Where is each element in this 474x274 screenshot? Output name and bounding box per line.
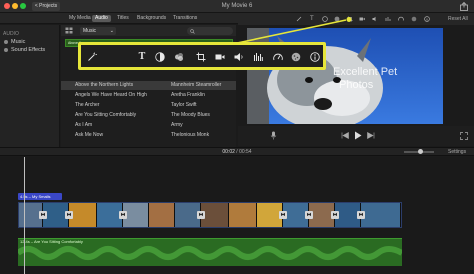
- volume-icon[interactable]: [234, 52, 244, 62]
- list-item[interactable]: The Archer Taylor Swift: [61, 101, 236, 110]
- adjustments-toolbar-highlight: T: [78, 42, 326, 70]
- zoom-slider-knob[interactable]: [418, 149, 423, 154]
- play-icon[interactable]: [354, 131, 362, 140]
- tab-audio[interactable]: Audio: [92, 15, 111, 22]
- transition-icon[interactable]: ⧓: [119, 211, 127, 219]
- current-timecode: 00:02: [222, 149, 235, 155]
- sidebar-item-sound-effects[interactable]: Sound Effects: [4, 46, 45, 54]
- search-icon: [190, 28, 195, 34]
- info-small-icon[interactable]: [424, 16, 430, 22]
- library-toolbar: Music ⌄: [61, 25, 236, 36]
- list-item[interactable]: Ask Me Now Thelonious Monk: [61, 131, 236, 140]
- list-item[interactable]: Are You Sitting Comfortably The Moody Bl…: [61, 111, 236, 120]
- dropdown-value: Music: [83, 28, 97, 34]
- tab-titles[interactable]: Titles: [114, 15, 132, 22]
- window-title: My Movie 6: [221, 3, 253, 9]
- song-artist: Army: [171, 122, 183, 128]
- playhead[interactable]: [24, 157, 25, 274]
- song-title: Are You Sitting Comfortably: [75, 112, 137, 118]
- microphone-icon[interactable]: [270, 131, 277, 140]
- video-clip[interactable]: [361, 203, 401, 227]
- transition-icon[interactable]: ⧓: [305, 211, 313, 219]
- viewer-title-overlay-line2: Photos: [339, 79, 374, 91]
- title-bar: < Projects My Movie 6: [0, 0, 474, 13]
- video-clip[interactable]: [149, 203, 175, 227]
- sidebar-heading: AUDIO: [3, 31, 19, 37]
- transition-icon[interactable]: ⧓: [357, 211, 365, 219]
- list-item[interactable]: As I Am Army: [61, 121, 236, 130]
- video-track[interactable]: ⧓ ⧓ ⧓ ⧓ ⧓ ⧓ ⧓ ⧓: [18, 202, 402, 228]
- title-t-icon[interactable]: T: [137, 52, 147, 62]
- viewer-title-overlay-line1: Excellent Pet: [333, 66, 398, 78]
- song-artist: The Moody Blues: [171, 112, 210, 118]
- sidebar-item-music[interactable]: Music: [4, 38, 25, 46]
- color-palette-icon[interactable]: [174, 52, 184, 62]
- transition-icon[interactable]: ⧓: [65, 211, 73, 219]
- song-title: Above the Northern Lights: [75, 82, 134, 88]
- camera-small-icon[interactable]: [359, 16, 365, 22]
- equalizer-small-icon[interactable]: [385, 16, 391, 22]
- playback-controls: [238, 126, 474, 146]
- speaker-icon: [4, 47, 8, 52]
- sidebar: AUDIO Music Sound Effects: [0, 25, 60, 147]
- skip-forward-icon[interactable]: [367, 132, 375, 139]
- speed-small-icon[interactable]: [398, 16, 404, 22]
- sidebar-item-label: Sound Effects: [11, 47, 46, 53]
- song-title: As I Am: [75, 122, 93, 128]
- song-title: The Archer: [75, 102, 100, 108]
- music-source-dropdown[interactable]: Music ⌄: [80, 27, 116, 35]
- transition-icon[interactable]: ⧓: [331, 211, 339, 219]
- share-icon[interactable]: [459, 2, 469, 11]
- tab-transitions[interactable]: Transitions: [170, 15, 200, 22]
- crop-icon[interactable]: [196, 52, 206, 62]
- search-input[interactable]: [187, 27, 233, 35]
- sidebar-item-label: Music: [11, 39, 26, 45]
- song-artist: Aretha Franklin: [171, 92, 205, 98]
- transition-icon[interactable]: ⧓: [39, 211, 47, 219]
- song-artist: Mannheim Steamroller: [171, 82, 222, 88]
- equalizer-icon[interactable]: [253, 52, 263, 62]
- tab-my-media[interactable]: My Media: [66, 15, 94, 22]
- reset-all-button[interactable]: Reset All: [448, 16, 468, 22]
- list-item[interactable]: Angels We Have Heard On High Aretha Fran…: [61, 91, 236, 100]
- timeline-settings-button[interactable]: Settings: [448, 149, 466, 155]
- transition-icon[interactable]: ⧓: [197, 211, 205, 219]
- video-clip[interactable]: [229, 203, 257, 227]
- tab-backgrounds[interactable]: Backgrounds: [134, 15, 169, 22]
- music-track-label: 12.4s – Are You Sitting Comfortably: [20, 239, 83, 244]
- volume-small-icon[interactable]: [372, 16, 378, 22]
- skip-back-icon[interactable]: [341, 132, 349, 139]
- list-item[interactable]: Above the Northern Lights Mannheim Steam…: [61, 81, 236, 90]
- timeline-header: 00:02 / 00:54 Settings: [0, 147, 474, 156]
- fullscreen-icon[interactable]: [460, 132, 468, 140]
- camera-icon[interactable]: [215, 52, 225, 62]
- song-title: Ask Me Now: [75, 132, 104, 138]
- transition-icon[interactable]: ⧓: [279, 211, 287, 219]
- noise-small-icon[interactable]: [411, 16, 417, 22]
- music-note-icon: [4, 39, 8, 44]
- speed-gauge-icon[interactable]: [273, 52, 283, 62]
- song-artist: Taylor Swift: [171, 102, 197, 108]
- zoom-slider[interactable]: [404, 149, 434, 154]
- magic-wand-icon[interactable]: [87, 52, 97, 62]
- total-duration: / 00:54: [236, 149, 252, 155]
- video-clip[interactable]: [69, 203, 97, 227]
- grid-view-icon[interactable]: [65, 27, 73, 34]
- video-clip[interactable]: [201, 203, 229, 227]
- chevron-down-icon: ⌄: [109, 28, 114, 34]
- color-balance-icon[interactable]: [155, 52, 165, 62]
- info-icon[interactable]: [310, 52, 320, 62]
- song-artist: Thelonious Monk: [171, 132, 210, 138]
- noise-reduction-icon[interactable]: [291, 52, 301, 62]
- song-title: Angels We Have Heard On High: [75, 92, 147, 98]
